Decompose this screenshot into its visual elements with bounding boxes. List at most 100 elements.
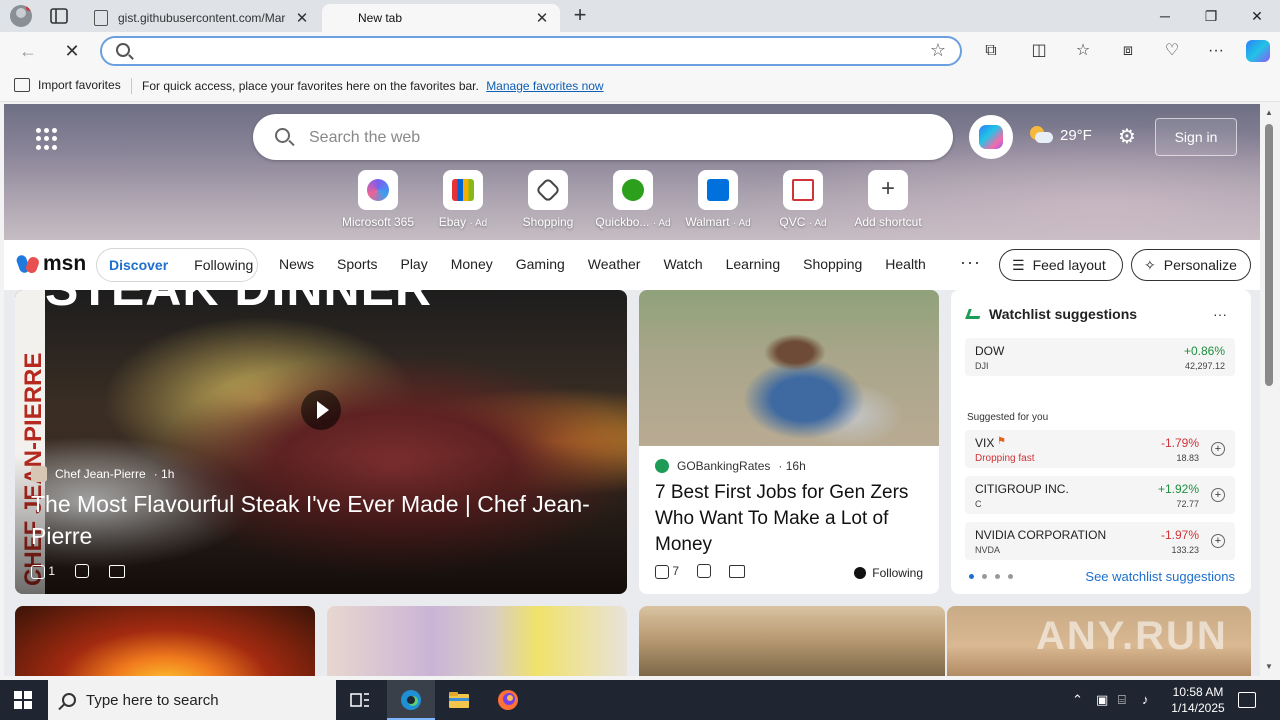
scroll-thumb[interactable] [1265, 124, 1273, 386]
article-headline[interactable]: 7 Best First Jobs for Gen Zers Who Want … [655, 480, 931, 558]
category-learning[interactable]: Learning [726, 256, 781, 272]
more-categories-button[interactable]: ··· [960, 252, 981, 273]
tab-new[interactable]: New tab ✕ [322, 4, 560, 32]
shortcut-label: Ebay [438, 215, 467, 229]
stock-row[interactable]: CITIGROUP INC. C +1.92% 72.77 + [965, 476, 1235, 514]
msn-logo[interactable]: msn [18, 252, 86, 276]
play-icon[interactable] [301, 390, 341, 430]
close-icon[interactable]: ✕ [294, 9, 310, 27]
thumbs-down-icon[interactable] [75, 564, 90, 579]
carousel-dots[interactable] [969, 574, 1013, 579]
address-input[interactable] [142, 42, 922, 62]
news-card-fire[interactable] [15, 606, 315, 676]
address-bar[interactable]: ☆ [100, 36, 962, 66]
scroll-up-icon[interactable]: ▲ [1264, 108, 1274, 118]
thumbs-down-icon[interactable] [697, 564, 712, 579]
shortcut-quickbooks[interactable]: Quickbo... · Ad [588, 170, 678, 229]
firefox-icon[interactable] [484, 680, 532, 720]
task-view-icon[interactable] [336, 680, 384, 720]
weather-widget[interactable]: 29°F [1030, 126, 1092, 144]
manage-favorites-link[interactable]: Manage favorites now [486, 79, 603, 93]
tab-actions-icon[interactable] [48, 6, 72, 26]
add-to-watchlist-button[interactable]: + [1211, 534, 1225, 548]
new-tab-button[interactable]: + [568, 4, 592, 28]
notifications-icon[interactable] [1238, 692, 1256, 708]
settings-gear-icon[interactable]: ⚙ [1116, 126, 1138, 148]
category-sports[interactable]: Sports [337, 256, 377, 272]
back-button[interactable]: ← [14, 39, 42, 63]
shortcut-microsoft-365[interactable]: Microsoft 365 [333, 170, 423, 229]
windows-start-icon[interactable] [14, 691, 32, 709]
category-health[interactable]: Health [885, 256, 925, 272]
apps-launcher-icon[interactable] [36, 128, 58, 150]
stock-row[interactable]: VIX ⚑ Dropping fast -1.79% 18.83 + [965, 430, 1235, 468]
like-button[interactable]: 1 [31, 564, 55, 579]
file-explorer-icon[interactable] [435, 680, 483, 720]
stop-button[interactable]: ✕ [58, 39, 86, 63]
comment-icon[interactable] [109, 564, 126, 578]
msn-butterfly-icon [18, 253, 40, 275]
tab-discover[interactable]: Discover [97, 257, 180, 273]
category-shopping[interactable]: Shopping [803, 256, 862, 272]
add-to-watchlist-button[interactable]: + [1211, 442, 1225, 456]
sign-in-button[interactable]: Sign in [1155, 118, 1237, 156]
taskbar-search-box[interactable]: Type here to search [48, 680, 336, 720]
news-card-food[interactable] [639, 606, 945, 676]
minimize-button[interactable]: ─ [1142, 0, 1188, 32]
shortcut-shopping[interactable]: Shopping [503, 170, 593, 229]
extensions-icon[interactable]: ⧉ [979, 40, 1003, 62]
show-hidden-icons-icon[interactable]: ⌃ [1072, 692, 1083, 708]
see-watchlist-link[interactable]: See watchlist suggestions [1085, 569, 1235, 584]
story-card[interactable]: GOBankingRates · 16h 7 Best First Jobs f… [639, 290, 939, 594]
article-headline[interactable]: The Most Flavourful Steak I've Ever Made… [31, 488, 601, 552]
copilot-button[interactable] [969, 115, 1013, 159]
more-options-icon[interactable]: ··· [1213, 306, 1227, 322]
shortcut-walmart[interactable]: Walmart · Ad [673, 170, 763, 229]
tab-strip: gist.githubusercontent.com/Mar ✕ New tab… [0, 0, 1280, 32]
stock-row[interactable]: DOW DJI +0.86% 42,297.12 [965, 338, 1235, 376]
stock-row[interactable]: NVIDIA CORPORATION NVDA -1.97% 133.23 + [965, 522, 1235, 560]
comment-icon[interactable] [729, 564, 746, 578]
copilot-icon[interactable] [1246, 40, 1270, 62]
following-status[interactable]: Following [854, 566, 923, 580]
import-favorites-button[interactable]: Import favorites [14, 78, 121, 92]
category-weather[interactable]: Weather [588, 256, 641, 272]
favorite-star-icon[interactable]: ☆ [930, 40, 946, 61]
split-screen-icon[interactable]: ◫ [1027, 40, 1051, 62]
web-search-input[interactable] [309, 127, 929, 149]
favorites-icon[interactable]: ☆ [1071, 40, 1095, 62]
profile-avatar[interactable] [10, 5, 32, 27]
category-gaming[interactable]: Gaming [516, 256, 565, 272]
category-news[interactable]: News [279, 256, 314, 272]
add-to-watchlist-button[interactable]: + [1211, 488, 1225, 502]
category-play[interactable]: Play [400, 256, 427, 272]
restore-button[interactable]: ❐ [1188, 0, 1234, 32]
like-button[interactable]: 7 [655, 564, 679, 579]
scroll-down-icon[interactable]: ▼ [1264, 662, 1274, 672]
system-clock[interactable]: 10:58 AM 1/14/2025 [1168, 684, 1228, 716]
category-watch[interactable]: Watch [663, 256, 702, 272]
close-icon[interactable]: ✕ [534, 9, 550, 27]
volume-icon[interactable]: ♪ [1142, 692, 1149, 707]
favorites-message: For quick access, place your favorites h… [142, 79, 604, 93]
vertical-scrollbar[interactable]: ▲ ▼ [1262, 104, 1276, 676]
feature-video-card[interactable]: STEAK DINNER CHEF JEAN-PIERRE Chef Jean-… [15, 290, 627, 594]
edge-taskbar-icon[interactable] [387, 680, 435, 720]
feed-layout-button[interactable]: ☰ Feed layout [999, 249, 1123, 281]
tab-following[interactable]: Following [180, 257, 263, 273]
collections-icon[interactable]: ⧈ [1116, 40, 1140, 62]
web-search-box[interactable] [253, 114, 953, 160]
shortcut-qvc[interactable]: QVC · Ad [758, 170, 848, 229]
network-icon[interactable]: ⌸ [1118, 692, 1126, 708]
category-money[interactable]: Money [451, 256, 493, 272]
close-window-button[interactable]: ✕ [1234, 0, 1280, 32]
news-card-fashion[interactable] [327, 606, 627, 676]
search-icon [275, 128, 290, 143]
shortcut-ebay[interactable]: Ebay · Ad [418, 170, 508, 229]
browser-essentials-icon[interactable]: ♡ [1160, 40, 1184, 62]
add-shortcut-button[interactable]: + Add shortcut [843, 170, 933, 229]
tab-gist[interactable]: gist.githubusercontent.com/Mar ✕ [84, 4, 320, 32]
more-menu-icon[interactable]: ··· [1204, 40, 1228, 62]
device-icon[interactable]: ▣ [1096, 692, 1108, 708]
personalize-button[interactable]: ✧ Personalize [1131, 249, 1251, 281]
